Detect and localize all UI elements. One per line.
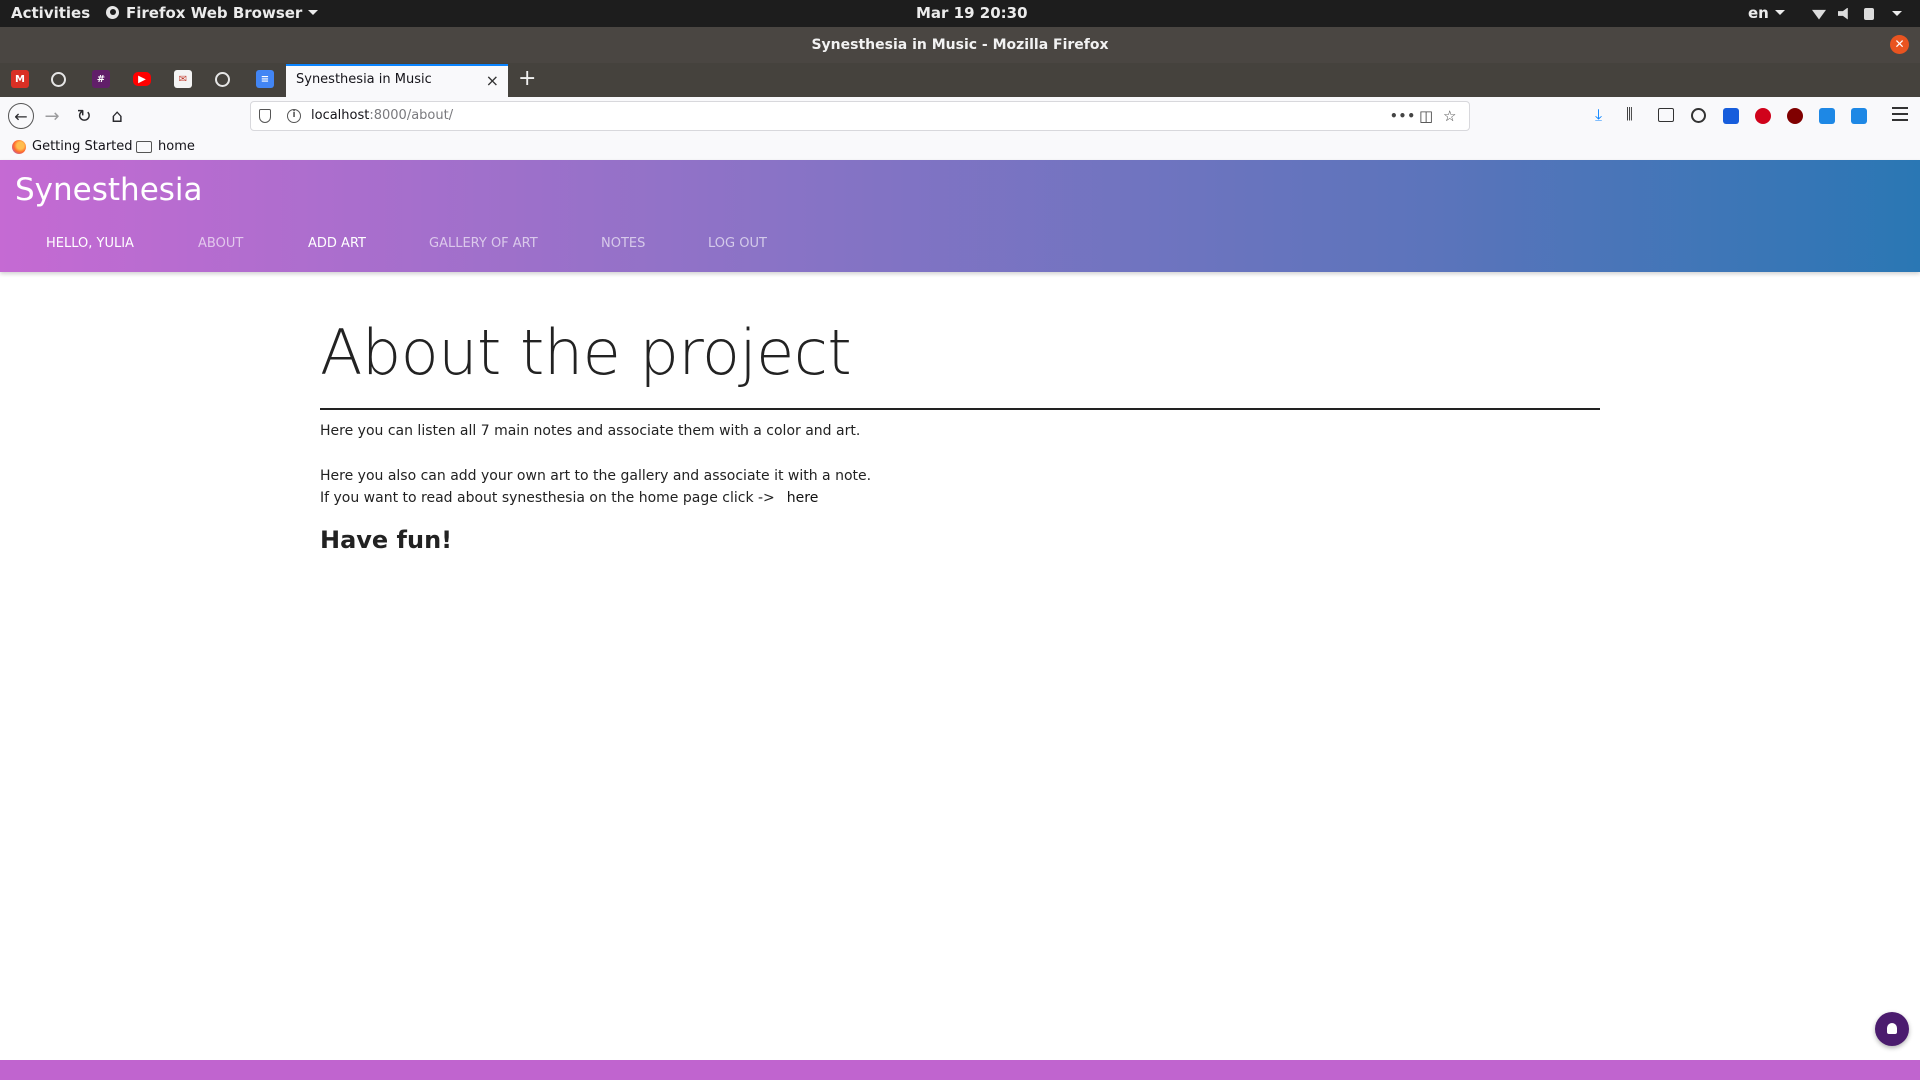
activities-button[interactable]: Activities: [11, 0, 90, 27]
nav-hello-user[interactable]: Hello, Yulia: [46, 236, 134, 251]
battery-icon: [1864, 7, 1874, 20]
pinned-tab-docs-icon[interactable]: ≡: [256, 70, 274, 88]
menu-hamburger-icon[interactable]: [1892, 107, 1908, 121]
nav-about[interactable]: About: [198, 236, 243, 251]
back-arrow-icon[interactable]: ←: [8, 103, 34, 129]
site-brand[interactable]: Synesthesia: [15, 172, 203, 208]
chevron-down-icon: [1774, 10, 1785, 15]
sidebar-icon[interactable]: [1658, 108, 1674, 122]
forward-arrow-icon[interactable]: →: [41, 105, 63, 127]
language-indicator[interactable]: en: [1748, 0, 1785, 27]
footer-strip: [0, 1060, 1920, 1080]
window-title: Synesthesia in Music - Mozilla Firefox: [811, 37, 1109, 53]
navigation-toolbar: ← → ↻ ⌂ i localhost:8000/about/ ••• ◫ ☆ …: [0, 97, 1920, 136]
skype-icon[interactable]: [1851, 108, 1867, 124]
tracking-shield-icon[interactable]: [259, 109, 271, 123]
pinned-tab-youtube-icon[interactable]: ▶: [133, 72, 151, 86]
new-tab-button[interactable]: +: [518, 66, 536, 91]
ublock-icon[interactable]: [1787, 108, 1803, 124]
tab-title: Synesthesia in Music: [296, 72, 432, 87]
downloads-icon[interactable]: ⤓: [1595, 105, 1611, 124]
add-art-paragraph: Here you also can add your own art to th…: [320, 468, 872, 484]
page-actions-more-icon[interactable]: •••: [1390, 109, 1416, 123]
language-label: en: [1748, 4, 1769, 22]
pinned-tab-slack-icon[interactable]: #: [92, 70, 110, 88]
pinned-tab-gmail-icon[interactable]: M: [11, 70, 29, 88]
bitwarden-icon[interactable]: [1723, 108, 1739, 124]
bookmark-home-folder[interactable]: home: [136, 139, 195, 154]
window-titlebar: Synesthesia in Music - Mozilla Firefox ✕: [0, 27, 1920, 63]
site-header: Synesthesia Hello, Yulia About Add art G…: [0, 160, 1920, 272]
tab-active[interactable]: Synesthesia in Music ×: [286, 64, 508, 97]
reload-icon[interactable]: ↻: [73, 105, 95, 127]
app-menu-label: Firefox Web Browser: [126, 4, 303, 22]
page-title: About the project: [320, 316, 852, 389]
account-icon[interactable]: [1691, 108, 1706, 123]
read-more-paragraph: If you want to read about synesthesia on…: [320, 490, 818, 506]
home-icon[interactable]: ⌂: [106, 105, 128, 127]
url-path: :8000/about/: [369, 108, 454, 123]
url-bar[interactable]: i localhost:8000/about/ ••• ◫ ☆: [250, 101, 1470, 131]
bookmark-star-icon[interactable]: ☆: [1443, 107, 1456, 125]
folder-icon: [136, 140, 152, 153]
pinned-tab-github-icon[interactable]: [51, 72, 66, 87]
adblock-plus-icon[interactable]: [1755, 108, 1771, 124]
firefox-icon: [106, 6, 119, 19]
nav-add-art[interactable]: Add art: [308, 236, 366, 251]
url-text[interactable]: localhost:8000/about/: [311, 108, 453, 123]
volume-icon: [1838, 7, 1848, 20]
bookmark-getting-started[interactable]: Getting Started: [12, 139, 133, 154]
app-menu[interactable]: Firefox Web Browser: [106, 0, 319, 27]
nav-log-out[interactable]: Log out: [708, 236, 767, 251]
pocket-icon[interactable]: ◫: [1419, 107, 1433, 125]
clock[interactable]: Mar 19 20:30: [916, 0, 1028, 27]
privacy-assistant-button[interactable]: [1875, 1012, 1909, 1046]
library-icon[interactable]: ⫼: [1626, 105, 1642, 123]
system-top-bar: Activities Firefox Web Browser Mar 19 20…: [0, 0, 1920, 27]
site-info-icon[interactable]: i: [287, 109, 301, 123]
chevron-down-icon: [1892, 11, 1902, 16]
title-divider: [320, 408, 1600, 410]
system-menu[interactable]: [1812, 0, 1902, 27]
intro-paragraph: Here you can listen all 7 main notes and…: [320, 423, 861, 439]
tab-close-icon[interactable]: ×: [486, 72, 499, 90]
bookmarks-toolbar: Getting Started home: [0, 136, 1920, 160]
bookmark-label: Getting Started: [32, 139, 133, 154]
nav-gallery-of-art[interactable]: Gallery of art: [429, 236, 538, 251]
tab-strip: M # ▶ ✉ ≡ Synesthesia in Music × +: [0, 63, 1920, 97]
closing-heading: Have fun!: [320, 526, 453, 554]
chevron-down-icon: [308, 10, 319, 15]
window-close-button[interactable]: ✕: [1890, 35, 1909, 54]
nav-notes[interactable]: Notes: [601, 236, 645, 251]
url-host: localhost: [311, 108, 370, 123]
pinned-tab-github-icon[interactable]: [215, 72, 230, 87]
pinned-tab-notes-icon[interactable]: ✉: [174, 70, 192, 88]
firefox-icon: [12, 139, 26, 154]
read-more-text: If you want to read about synesthesia on…: [320, 490, 775, 506]
wifi-icon: [1812, 9, 1826, 20]
home-link[interactable]: here: [787, 490, 819, 506]
bookmark-label: home: [158, 139, 195, 154]
extension-badge-icon[interactable]: [1819, 108, 1835, 124]
